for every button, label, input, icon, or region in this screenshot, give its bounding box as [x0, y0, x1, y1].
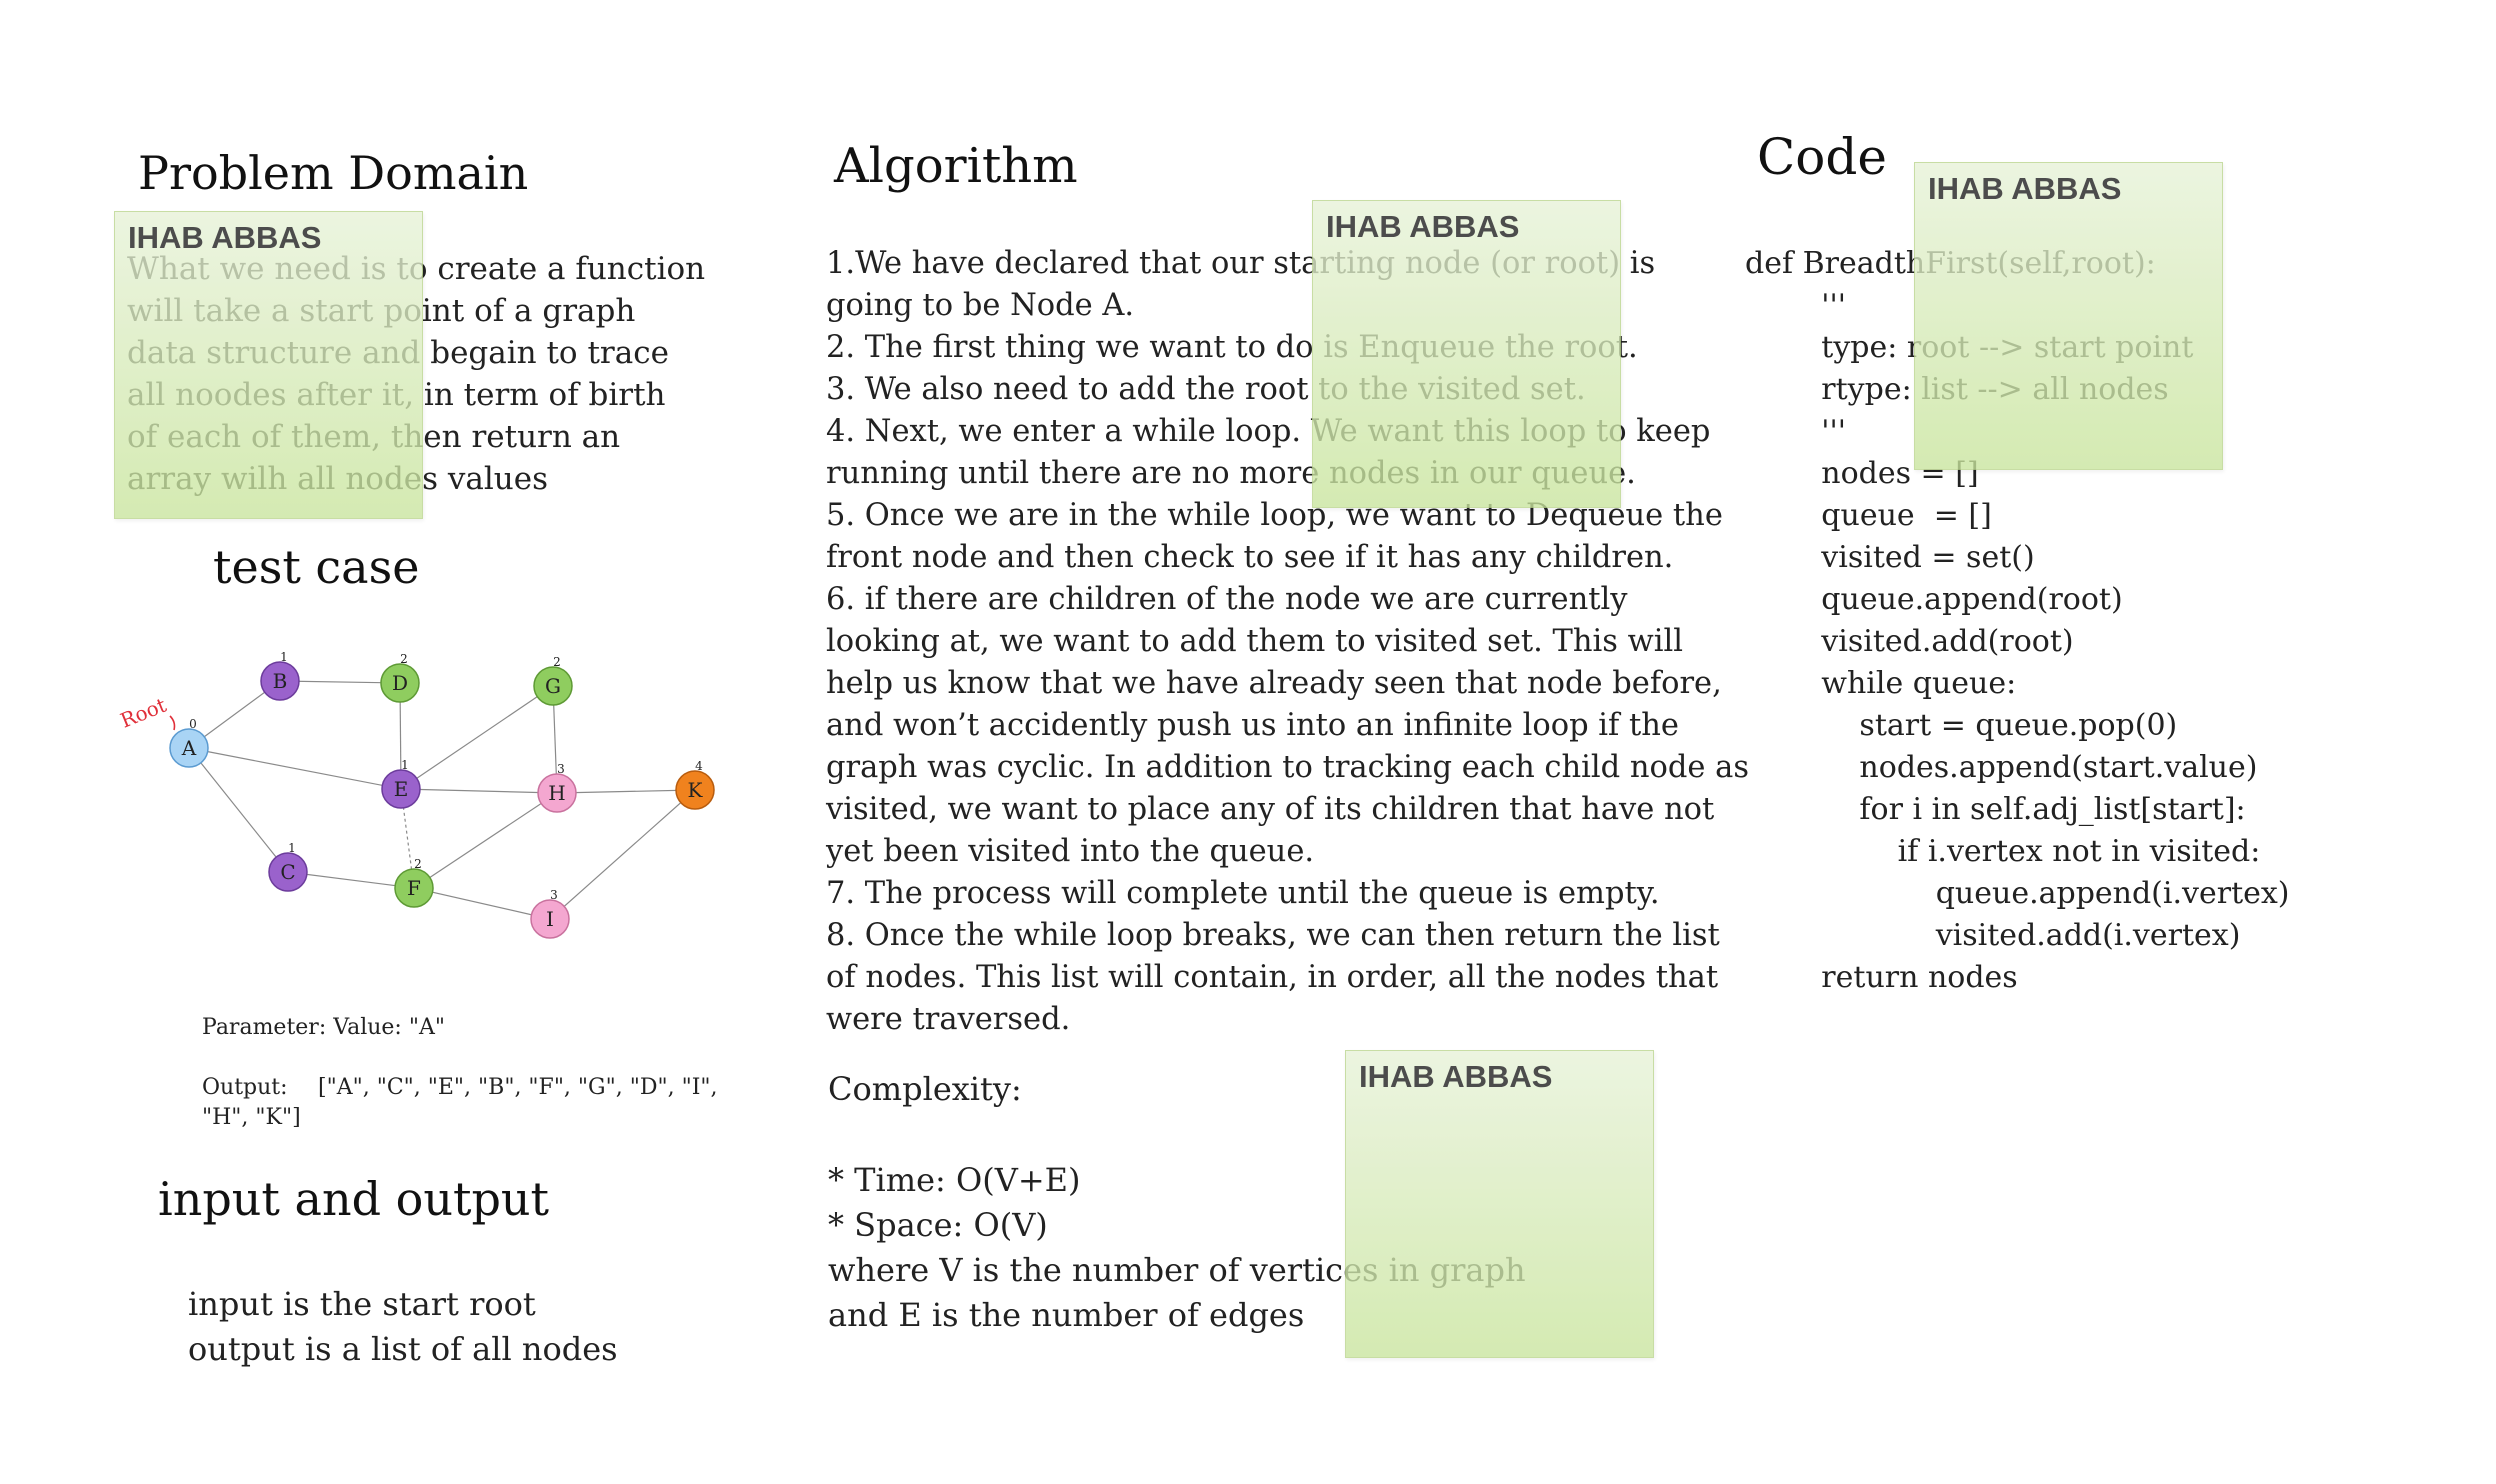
edge-a-c — [188, 747, 289, 873]
graph-node-label: G — [545, 674, 561, 698]
sticky-note-author: IHAB ABBAS — [1359, 1059, 1553, 1094]
algorithm-line: 8. Once the while loop breaks, we can th… — [826, 918, 1720, 953]
edge-e-h — [400, 788, 558, 794]
sticky-note-algorithm[interactable]: IHAB ABBAS — [1312, 200, 1621, 508]
test-case-parameter: Parameter: Value: "A" — [202, 1015, 445, 1040]
test-case-output-line-2: "H", "K"] — [202, 1105, 301, 1130]
algorithm-line: of nodes. This list will contain, in ord… — [826, 960, 1719, 995]
graph-node-label: K — [688, 778, 704, 802]
root-annotation: Root — [117, 693, 170, 733]
sticky-note-author: IHAB ABBAS — [128, 220, 322, 255]
sticky-note-problem-domain[interactable]: IHAB ABBAS — [114, 211, 423, 519]
graph-node-level: 2 — [400, 652, 408, 666]
complexity-title: Complexity: — [828, 1070, 1022, 1108]
algorithm-line: graph was cyclic. In addition to trackin… — [826, 750, 1749, 785]
code-line: queue.append(i.vertex) — [1745, 876, 2290, 911]
graph-node-label: D — [392, 671, 408, 695]
input-output-line: output is a list of all nodes — [188, 1330, 618, 1368]
sticky-note-complexity[interactable]: IHAB ABBAS — [1345, 1050, 1654, 1358]
graph-node-c: C1 — [268, 841, 308, 892]
graph-node-d: D2 — [380, 652, 420, 703]
code-line: start = queue.pop(0) — [1745, 708, 2178, 743]
graph-node-label: C — [280, 860, 295, 884]
code-line: visited.add(i.vertex) — [1745, 918, 2241, 953]
code-line: nodes.append(start.value) — [1745, 750, 2258, 785]
algorithm-line: and won’t accidently push us into an inf… — [826, 708, 1679, 743]
input-output-text: input is the start root output is a list… — [188, 1282, 618, 1372]
graph-node-level: 3 — [557, 762, 565, 776]
code-line: for i in self.adj_list[start]: — [1745, 792, 2246, 827]
algorithm-line: looking at, we want to add them to visit… — [826, 624, 1683, 659]
root-arrow-icon — [169, 715, 176, 731]
code-line: if i.vertex not in visited: — [1745, 834, 2261, 869]
test-case-output-line-1: ["A", "C", "E", "B", "F", "G", "D", "I", — [318, 1075, 718, 1100]
graph-node-b: B1 — [260, 650, 300, 701]
algorithm-title: Algorithm — [834, 138, 1078, 194]
code-line: visited.add(root) — [1745, 624, 2074, 659]
edge-h-k — [556, 789, 696, 794]
algorithm-line: visited, we want to place any of its chi… — [826, 792, 1715, 827]
sticky-note-author: IHAB ABBAS — [1928, 171, 2122, 206]
problem-domain-title: Problem Domain — [138, 146, 529, 200]
code-line: queue = [] — [1745, 498, 1992, 533]
edge-e-g — [400, 685, 554, 790]
graph-node-label: H — [548, 781, 565, 805]
graph-node-level: 1 — [280, 650, 288, 664]
code-title: Code — [1757, 128, 1887, 186]
algorithm-line: 6. if there are children of the node we … — [826, 582, 1628, 617]
graph-node-label: A — [181, 736, 197, 760]
algorithm-line: yet been visited into the queue. — [826, 834, 1315, 869]
graph-node-f: F2 — [394, 857, 434, 908]
graph-node-k: K4 — [675, 759, 715, 810]
input-output-line: input is the start root — [188, 1285, 536, 1323]
graph-node-level: 4 — [695, 759, 703, 773]
graph-node-label: E — [394, 777, 409, 801]
graph-node-a: A0 — [169, 717, 209, 768]
graph-node-level: 2 — [414, 857, 422, 871]
sticky-note-author: IHAB ABBAS — [1326, 209, 1520, 244]
graph-node-i: I3 — [530, 888, 570, 939]
sticky-note-code[interactable]: IHAB ABBAS — [1914, 162, 2223, 470]
test-case-output-label: Output: — [202, 1075, 288, 1100]
algorithm-line: were traversed. — [826, 1002, 1071, 1037]
graph-node-g: G2 — [533, 655, 573, 706]
edge-f-i — [413, 887, 551, 920]
algorithm-line: 7. The process will complete until the q… — [826, 876, 1660, 911]
graph-node-level: 3 — [550, 888, 558, 902]
code-line: while queue: — [1745, 666, 2017, 701]
edge-k-i — [549, 789, 696, 920]
input-output-title: input and output — [158, 1172, 549, 1226]
graph-node-label: F — [407, 876, 421, 900]
code-line: return nodes — [1745, 960, 2018, 995]
code-line: queue.append(root) — [1745, 582, 2123, 617]
graph-node-h: H3 — [537, 762, 577, 813]
graph-node-level: 2 — [553, 655, 561, 669]
algorithm-line: front node and then check to see if it h… — [826, 540, 1674, 575]
algorithm-line: help us know that we have already seen t… — [826, 666, 1722, 701]
edge-f-h — [413, 792, 558, 889]
graph-node-level: 0 — [189, 717, 197, 731]
graph-node-level: 1 — [401, 758, 409, 772]
graph-node-level: 1 — [288, 841, 296, 855]
edge-a-e — [188, 747, 402, 790]
graph-node-label: I — [546, 907, 554, 931]
graph-node-label: B — [273, 669, 288, 693]
code-line: visited = set() — [1745, 540, 2035, 575]
test-case-title: test case — [213, 540, 420, 594]
graph-diagram: Root A0B1C1E1D2F2G2H3I3K4 — [117, 650, 715, 939]
graph-node-e: E1 — [381, 758, 421, 809]
